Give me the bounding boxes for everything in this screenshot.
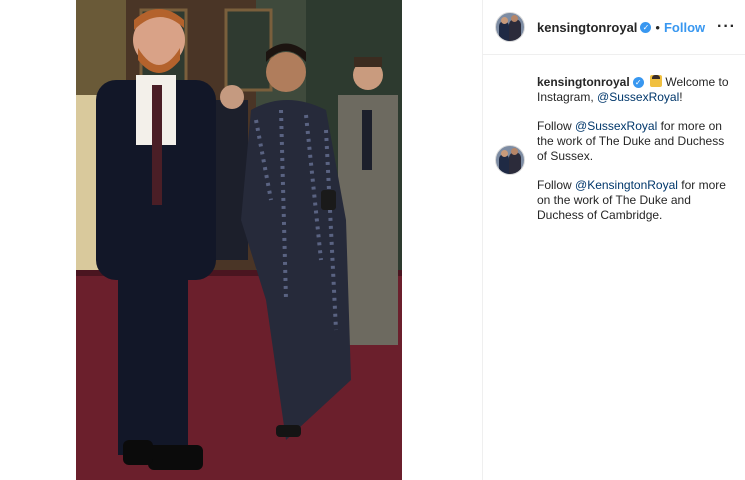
- verified-badge-icon: ✓: [632, 77, 644, 88]
- person-emoji-icon: [650, 75, 663, 87]
- mention-link[interactable]: @KensingtonRoyal: [575, 178, 678, 192]
- post-image[interactable]: [76, 0, 402, 480]
- caption-paragraph-3: Follow @KensingtonRoyal for more on the …: [537, 178, 734, 223]
- caption-paragraph-1: kensingtonroyal ✓ Welcome to Instagram, @…: [537, 75, 734, 105]
- caption-avatar[interactable]: [495, 145, 525, 175]
- caption-paragraph-2: Follow @SussexRoyal for more on the work…: [537, 119, 734, 164]
- mention-link[interactable]: @SussexRoyal: [597, 90, 679, 104]
- caption-username[interactable]: kensingtonroyal: [537, 75, 630, 89]
- post-side-panel: kensingtonroyal ✓ • Follow ··· kensingto…: [482, 0, 745, 480]
- verified-badge-icon: ✓: [640, 21, 652, 33]
- follow-button[interactable]: Follow: [664, 20, 705, 35]
- account-avatar[interactable]: [495, 12, 525, 42]
- post-header: kensingtonroyal ✓ • Follow ···: [483, 0, 745, 55]
- caption-comment: kensingtonroyal ✓ Welcome to Instagram, @…: [483, 55, 745, 223]
- mention-link[interactable]: @SussexRoyal: [575, 119, 657, 133]
- post-photo-illustration: [76, 0, 402, 480]
- caption-text: !: [679, 90, 683, 104]
- header-username[interactable]: kensingtonroyal: [537, 20, 637, 35]
- more-options-icon[interactable]: ···: [717, 18, 736, 36]
- caption-text: Follow: [537, 178, 576, 192]
- caption-text: Follow: [537, 119, 576, 133]
- separator-dot: •: [655, 19, 660, 35]
